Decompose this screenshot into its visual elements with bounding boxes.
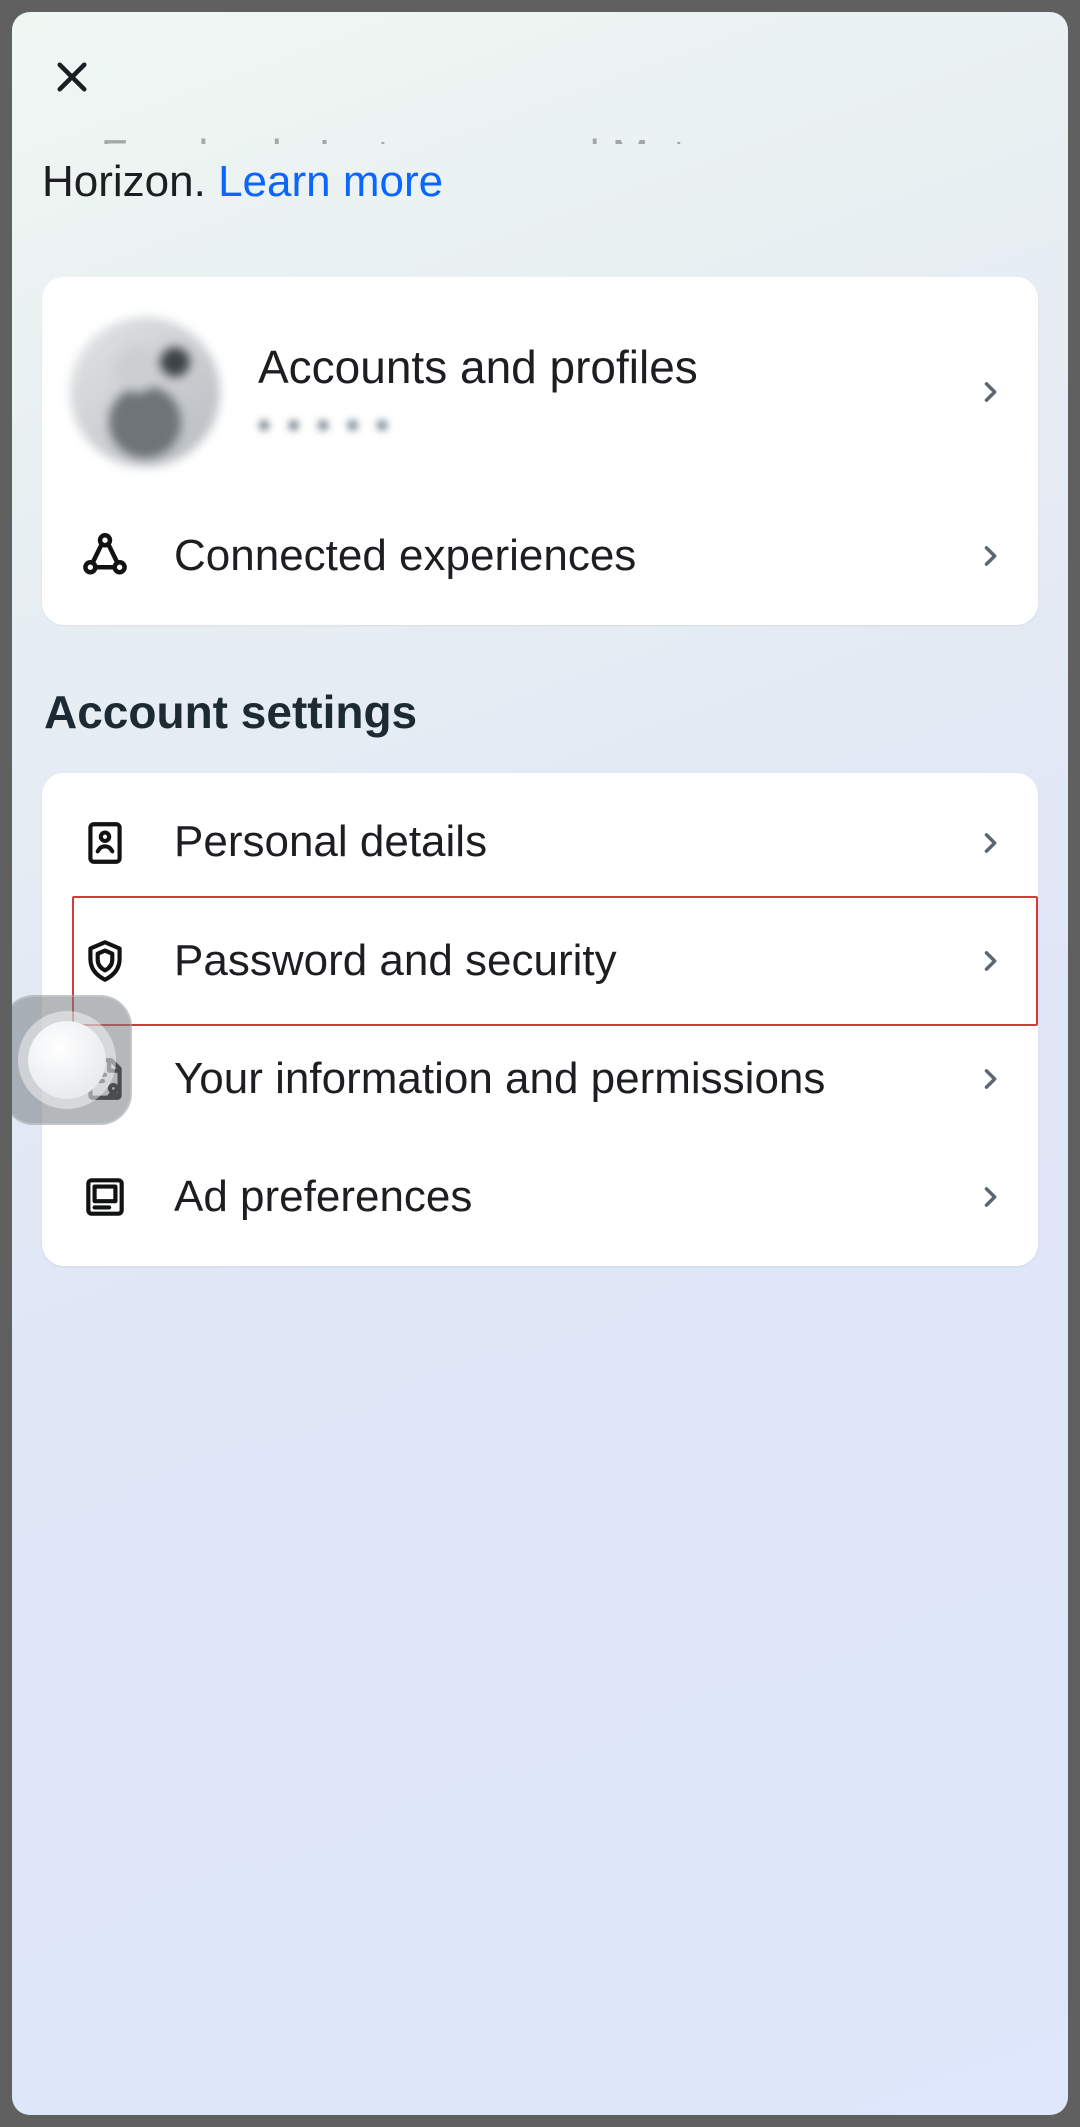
chevron-right-icon — [970, 370, 1010, 414]
connected-experiences-label: Connected experiences — [174, 527, 936, 585]
connected-experiences-row[interactable]: Connected experiences — [42, 497, 1038, 615]
ad-preferences-label: Ad preferences — [174, 1168, 936, 1226]
ad-preferences-icon — [70, 1172, 140, 1222]
profiles-card: Accounts and profiles ▪ ▪ ▪ ▪ ▪ Connecte… — [42, 277, 1038, 625]
accounts-center-screen: as Facebook, Instagram and Meta Horizon.… — [12, 12, 1068, 2115]
chevron-right-icon — [970, 939, 1010, 983]
accounts-profiles-sub: ▪ ▪ ▪ ▪ ▪ — [258, 403, 936, 448]
partial-prev-line: as Facebook, Instagram and Meta — [42, 126, 1038, 144]
section-title-account-settings: Account settings — [44, 685, 1038, 739]
password-security-label: Password and security — [174, 932, 936, 990]
chevron-right-icon — [970, 534, 1010, 578]
avatar — [70, 317, 220, 467]
close-icon — [51, 56, 93, 101]
password-and-security-row[interactable]: Password and security — [42, 902, 1038, 1020]
assistive-touch-handle[interactable] — [12, 995, 132, 1125]
learn-more-link[interactable]: Learn more — [218, 157, 443, 206]
personal-details-row[interactable]: Personal details — [42, 783, 1038, 901]
close-button[interactable] — [42, 48, 102, 108]
personal-details-icon — [70, 818, 140, 868]
account-settings-card: Personal details Password and security — [42, 773, 1038, 1265]
intro-prefix: Horizon. — [42, 157, 218, 206]
accounts-profiles-label: Accounts and profiles — [258, 337, 936, 398]
shield-icon — [70, 936, 140, 986]
intro-text: as Facebook, Instagram and Meta Horizon.… — [42, 126, 1038, 211]
chevron-right-icon — [970, 1175, 1010, 1219]
chevron-right-icon — [970, 821, 1010, 865]
accounts-profiles-label-wrap: Accounts and profiles ▪ ▪ ▪ ▪ ▪ — [258, 337, 936, 449]
your-information-permissions-row[interactable]: Your information and permissions — [42, 1020, 1038, 1138]
connected-experiences-icon — [70, 529, 140, 583]
personal-details-label: Personal details — [174, 813, 936, 871]
close-wrap — [42, 48, 1038, 108]
your-info-permissions-label: Your information and permissions — [174, 1050, 936, 1108]
accounts-and-profiles-row[interactable]: Accounts and profiles ▪ ▪ ▪ ▪ ▪ — [42, 287, 1038, 497]
ad-preferences-row[interactable]: Ad preferences — [42, 1138, 1038, 1256]
chevron-right-icon — [970, 1057, 1010, 1101]
